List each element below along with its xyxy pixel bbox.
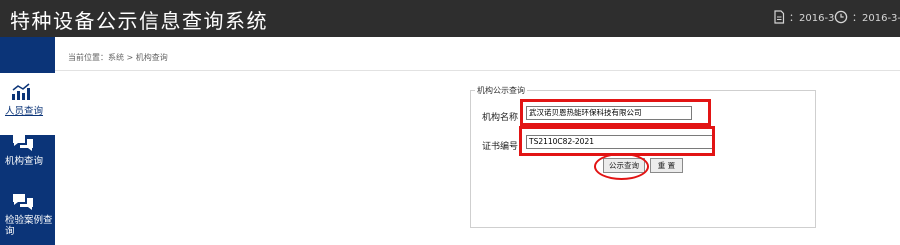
org-name-label: 机构名称 xyxy=(482,113,519,123)
bar-chart-icon xyxy=(11,83,31,104)
sidebar-item-label: 机构查询 xyxy=(5,156,44,167)
header-info-1: ：2016-3 xyxy=(773,9,834,24)
header-info-1-text: ：2016-3 xyxy=(789,13,835,24)
chat-bubbles-icon xyxy=(11,192,35,217)
chat-bubbles-icon xyxy=(11,133,35,158)
sidebar-item-case-query[interactable]: 检验案例查询 xyxy=(0,182,55,244)
header-info-2-text: ：2016-3-7 xyxy=(852,13,900,24)
sidebar-item-label: 检验案例查询 xyxy=(5,215,53,237)
app-title: 特种设备公示信息查询系统 xyxy=(10,9,268,33)
header-info-2: ：2016-3-7 xyxy=(834,9,900,24)
reset-button[interactable]: 重 置 xyxy=(650,158,683,173)
sidebar: 人员查询 机构查询 检验案例查询 xyxy=(0,37,55,245)
app-header: 特种设备公示信息查询系统 ：2016-3 ：2016-3-7 xyxy=(0,0,900,37)
sidebar-item-label: 人员查询 xyxy=(5,106,44,117)
breadcrumb-divider xyxy=(55,70,900,71)
highlight-box-cert-number xyxy=(519,126,715,156)
document-icon xyxy=(774,9,785,24)
highlight-box-org-name xyxy=(520,99,711,126)
highlight-oval-query-button xyxy=(594,153,649,180)
breadcrumb: 当前位置：系统 > 机构查询 xyxy=(68,53,168,62)
cert-number-label: 证书编号 xyxy=(482,142,519,152)
clock-icon xyxy=(834,10,848,23)
fieldset-legend: 机构公示查询 xyxy=(475,85,527,96)
sidebar-item-org-query[interactable]: 机构查询 xyxy=(0,123,55,185)
